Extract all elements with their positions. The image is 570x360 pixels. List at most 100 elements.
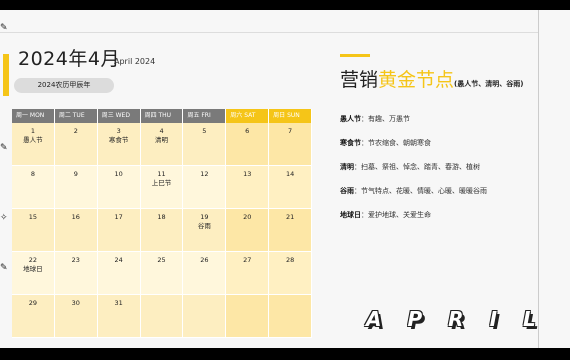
calendar-grid: 周一 MON 周二 TUE 周三 WED 周四 THU 周五 FRI 周六 SAT 周日 S… [12, 109, 313, 338]
day-number: 12 [200, 170, 209, 178]
day-number: 28 [285, 256, 295, 264]
calendar-day-cell[interactable]: 24 [97, 252, 141, 295]
calendar-day-cell[interactable]: 22 地球日 [12, 252, 55, 295]
calendar-day-cell[interactable]: 30 [54, 295, 98, 338]
day-number: 20 [243, 213, 252, 221]
calendar-week-row: 29 30 31 [12, 295, 313, 338]
day-number: 30 [71, 299, 80, 307]
day-number: 17 [114, 213, 123, 221]
day-number: 8 [30, 170, 35, 178]
day-note: 上巳节 [151, 179, 172, 187]
calendar-day-cell[interactable]: 1 愚人节 [12, 123, 55, 166]
day-note: 地球日 [23, 265, 43, 273]
day-number: 27 [243, 256, 252, 264]
title-highlight: 黄金节点 [378, 69, 455, 91]
decor-letter: L [523, 307, 536, 331]
day-note: 清明 [155, 136, 168, 144]
decor-letter: R [448, 307, 464, 331]
weekday-header: 周日 SUN [269, 109, 313, 123]
day-number: 5 [202, 127, 207, 135]
calendar-day-cell[interactable]: 18 [140, 209, 184, 252]
calendar-day-cell[interactable]: 19 谷雨 [183, 209, 227, 252]
day-number: 2 [73, 127, 78, 135]
calendar-day-cell[interactable]: 5 [183, 123, 227, 166]
calendar-day-cell[interactable]: 27 [226, 252, 270, 295]
top-rule [0, 32, 538, 33]
calendar-week-row: 15 16 17 18 19 谷雨 20 21 [12, 209, 313, 252]
day-number: 3 [116, 127, 121, 135]
day-number: 23 [71, 256, 80, 264]
day-number: 24 [114, 256, 123, 264]
calendar-day-cell[interactable]: 25 [140, 252, 184, 295]
calendar-day-cell[interactable]: 3 寒食节 [97, 123, 141, 166]
calendar-week-row: 8 9 10 11 上巳节 12 13 14 [12, 166, 313, 209]
lunar-year-badge: 2024农历甲辰年 [14, 78, 114, 93]
day-number: 13 [243, 170, 252, 178]
day-number: 11 [157, 170, 166, 178]
decor-word-april: A P R I L [366, 307, 536, 331]
weekday-header-row: 周一 MON 周二 TUE 周三 WED 周四 THU 周五 FRI 周六 SAT 周日 S… [12, 109, 313, 123]
calendar-day-cell[interactable] [226, 295, 270, 338]
calendar-day-cell[interactable]: 15 [12, 209, 55, 252]
calendar-day-cell[interactable]: 28 [269, 252, 313, 295]
day-number: 15 [28, 213, 38, 221]
calendar-day-cell[interactable]: 16 [54, 209, 98, 252]
calendar-day-cell[interactable] [269, 295, 313, 338]
calendar-weeks: 1 愚人节 2 3 寒食节 4 清明 5 6 7 8 9 10 11 上巳节 12 13 14 15 16 17 18 19… [12, 123, 313, 338]
decor-letter: A [366, 307, 382, 331]
calendar-day-cell[interactable]: 13 [226, 166, 270, 209]
festival-item: 清明：扫墓、祭祖、悼念、踏青、春游、植树 [340, 163, 480, 171]
weekday-header: 周一 MON [12, 109, 55, 123]
calendar-day-cell[interactable]: 9 [54, 166, 98, 209]
day-number: 7 [288, 127, 293, 135]
doodle-icon: ✧ [0, 213, 8, 223]
day-number: 9 [73, 170, 78, 178]
calendar-day-cell[interactable]: 8 [12, 166, 55, 209]
day-number: 10 [114, 170, 123, 178]
day-number: 14 [285, 170, 295, 178]
calendar-day-cell[interactable]: 31 [97, 295, 141, 338]
calendar-week-row: 22 地球日 23 24 25 26 27 28 [12, 252, 313, 295]
day-number: 21 [285, 213, 295, 221]
doodle-icon: ✎ [0, 263, 8, 273]
day-number: 31 [114, 299, 123, 307]
calendar-day-cell[interactable]: 14 [269, 166, 313, 209]
calendar-day-cell[interactable]: 21 [269, 209, 313, 252]
calendar-day-cell[interactable]: 12 [183, 166, 227, 209]
day-number: 25 [157, 256, 166, 264]
day-number: 19 [200, 213, 209, 221]
calendar-day-cell[interactable]: 26 [183, 252, 227, 295]
calendar-day-cell[interactable]: 2 [54, 123, 98, 166]
calendar-day-cell[interactable]: 6 [226, 123, 270, 166]
day-note: 寒食节 [108, 136, 129, 144]
calendar-day-cell[interactable]: 20 [226, 209, 270, 252]
calendar-day-cell[interactable]: 17 [97, 209, 141, 252]
calendar-day-cell[interactable]: 10 [97, 166, 141, 209]
day-note: 愚人节 [23, 136, 43, 144]
calendar-day-cell[interactable]: 4 清明 [140, 123, 184, 166]
title-accent-bar [340, 54, 370, 57]
weekday-header: 周五 FRI [183, 109, 227, 123]
day-number: 1 [30, 127, 35, 135]
festival-item: 愚人节：有趣、万愚节 [340, 115, 410, 123]
calendar-day-cell[interactable]: 29 [12, 295, 55, 338]
day-number: 22 [28, 256, 38, 264]
day-number: 16 [71, 213, 80, 221]
calendar-day-cell[interactable] [183, 295, 227, 338]
calendar-day-cell[interactable]: 7 [269, 123, 313, 166]
doodle-icon: ✎ [0, 143, 8, 153]
day-number: 4 [159, 127, 164, 135]
calendar-day-cell[interactable]: 11 上巳节 [140, 166, 184, 209]
doodle-icon: ✎ [0, 23, 8, 33]
day-number: 26 [200, 256, 209, 264]
title-plain: 营销 [340, 69, 379, 91]
day-number: 18 [157, 213, 166, 221]
festival-item: 地球日：爱护地球、关爱生命 [340, 211, 431, 219]
marketing-title: 营销黄金节点(愚人节、清明、谷雨) [340, 65, 523, 92]
calendar-day-cell[interactable]: 23 [54, 252, 98, 295]
calendar-day-cell[interactable] [140, 295, 184, 338]
left-decoration: ✎ ✎ ✧ ✎ [0, 24, 9, 334]
festival-item: 寒食节：节农缩食、朝朝寒食 [340, 139, 431, 147]
weekday-header: 周六 SAT [226, 109, 270, 123]
accent-bar [3, 54, 9, 96]
